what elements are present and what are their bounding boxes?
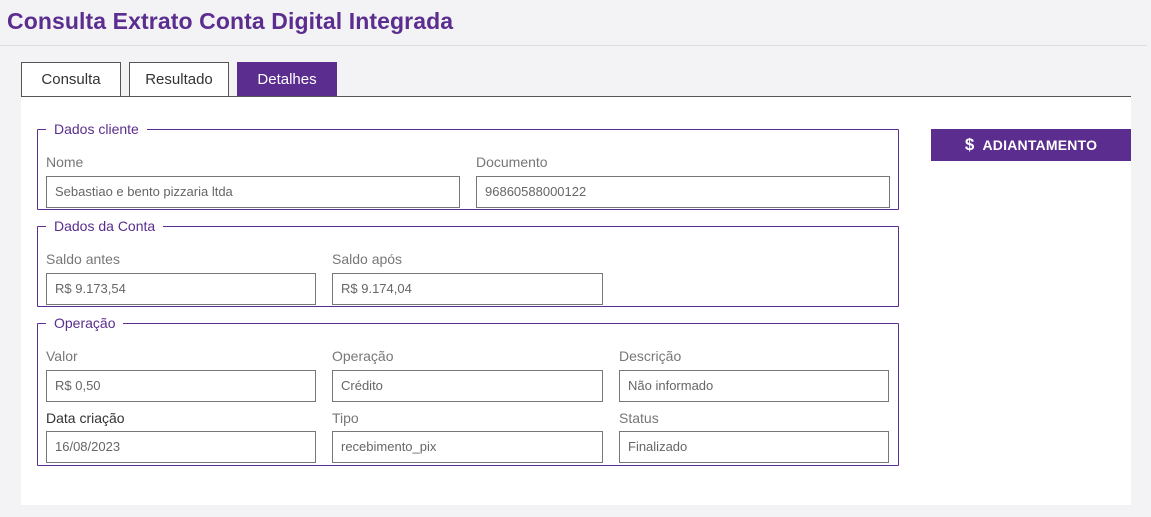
legend-dados-cliente: Dados cliente	[54, 121, 139, 137]
tab-consulta[interactable]: Consulta	[21, 62, 121, 97]
adiantamento-button[interactable]: $ ADIANTAMENTO	[931, 129, 1131, 161]
label-valor: Valor	[46, 348, 78, 364]
legend-dados-conta: Dados da Conta	[54, 218, 156, 234]
tipo-field[interactable]: recebimento_pix	[332, 431, 603, 463]
operacao-field[interactable]: Crédito	[332, 370, 603, 402]
dollar-icon: $	[964, 135, 975, 154]
fieldset-dados-conta: Dados da Conta Saldo antes R$ 9.173,54 S…	[37, 218, 899, 307]
saldo-apos-field[interactable]: R$ 9.174,04	[332, 273, 603, 305]
title-divider	[0, 45, 1147, 46]
adiantamento-label: ADIANTAMENTO	[982, 137, 1098, 153]
label-tipo: Tipo	[332, 410, 359, 426]
label-nome: Nome	[46, 154, 84, 170]
label-descricao: Descrição	[619, 348, 682, 364]
saldo-antes-field[interactable]: R$ 9.173,54	[46, 273, 316, 305]
documento-field[interactable]: 96860588000122	[476, 176, 890, 208]
legend-operacao: Operação	[54, 315, 116, 331]
label-data-criacao: Data criação	[46, 410, 125, 426]
label-saldo-antes: Saldo antes	[46, 251, 120, 267]
data-criacao-field[interactable]: 16/08/2023	[46, 431, 316, 463]
tab-detalhes[interactable]: Detalhes	[237, 62, 337, 97]
fieldset-dados-cliente: Dados cliente Nome Sebastiao e bento piz…	[37, 121, 899, 210]
descricao-field[interactable]: Não informado	[619, 370, 889, 402]
label-saldo-apos: Saldo após	[332, 251, 403, 267]
tab-resultado[interactable]: Resultado	[129, 62, 229, 97]
valor-field[interactable]: R$ 0,50	[46, 370, 316, 402]
fieldset-operacao: Operação Valor R$ 0,50 Operação Crédito …	[37, 315, 899, 466]
status-field[interactable]: Finalizado	[619, 431, 889, 463]
label-documento: Documento	[476, 154, 548, 170]
label-status: Status	[619, 410, 659, 426]
label-operacao: Operação	[332, 348, 394, 364]
nome-field[interactable]: Sebastiao e bento pizzaria ltda	[46, 176, 460, 208]
page-title: Consulta Extrato Conta Digital Integrada	[7, 8, 454, 34]
